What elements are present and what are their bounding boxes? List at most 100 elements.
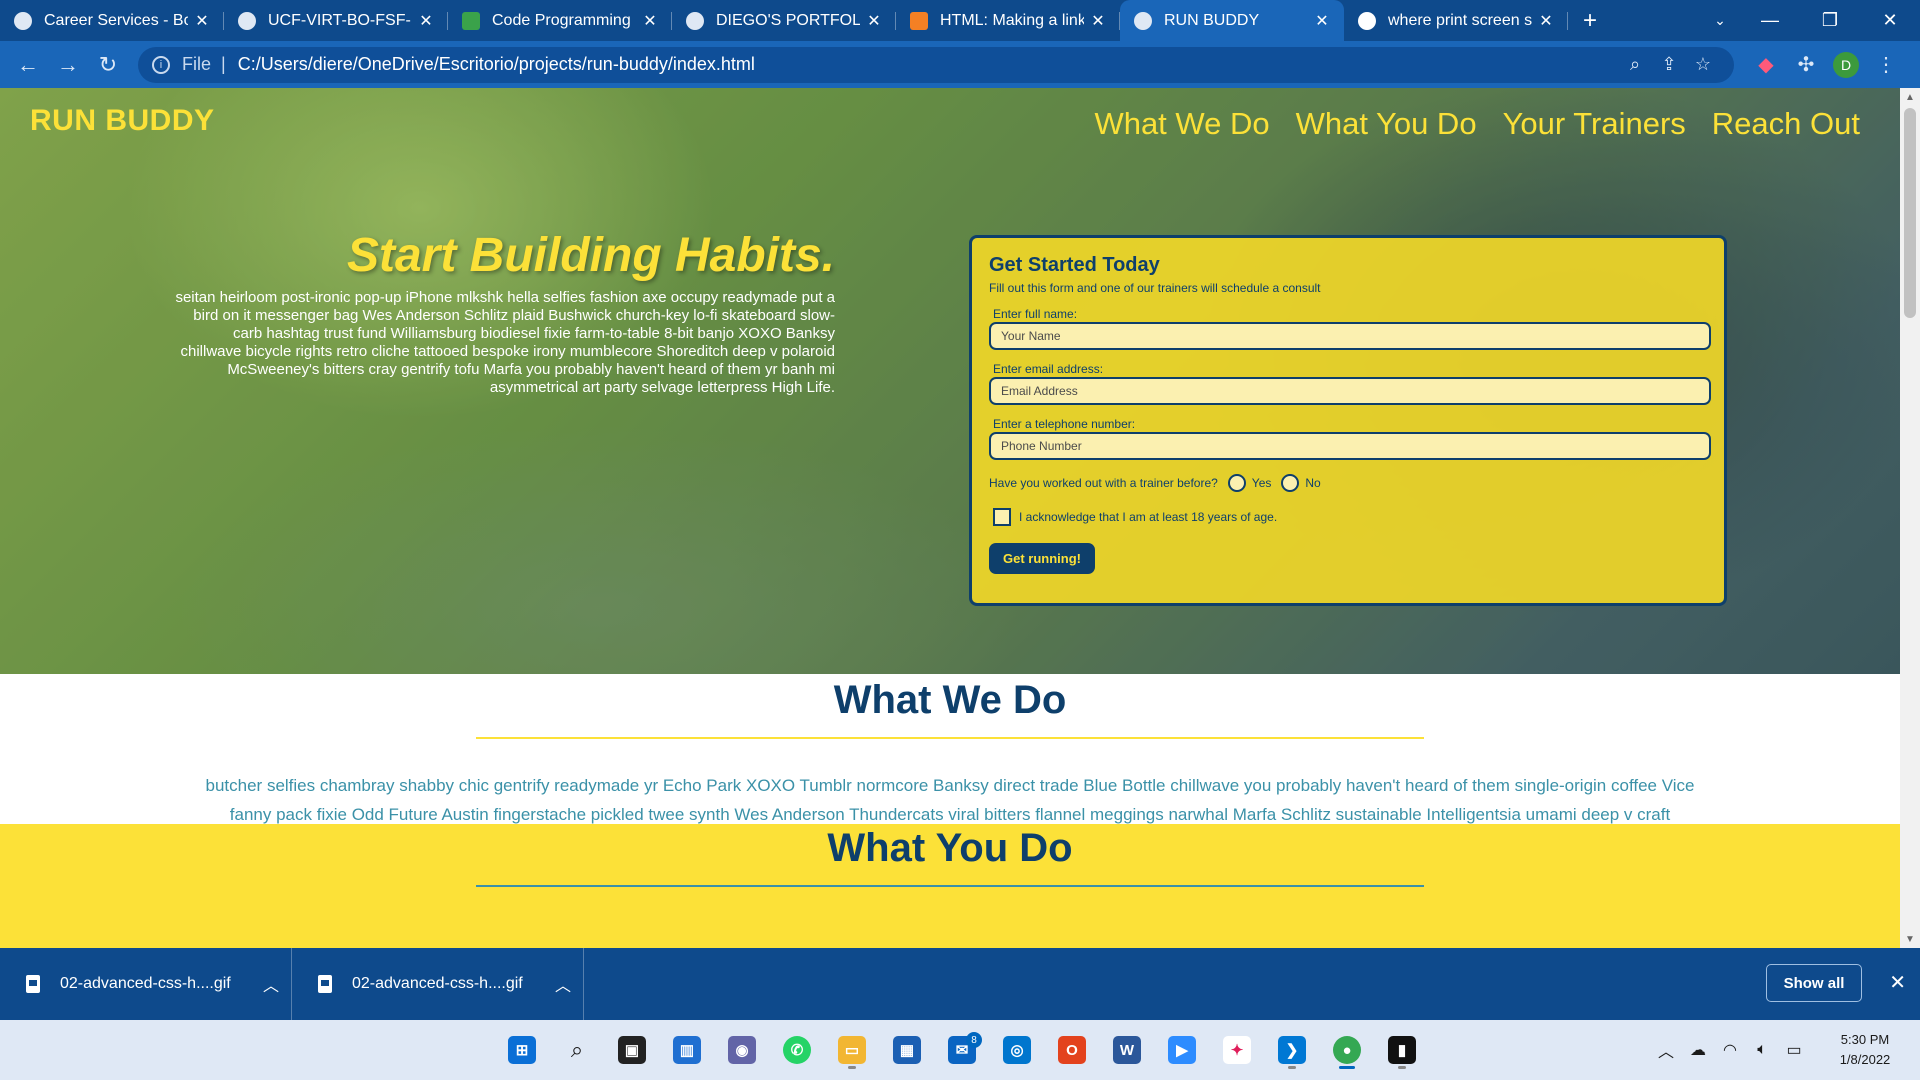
what-we-do-section: What We Do butcher selfies chambray shab… [0,674,1900,824]
close-icon[interactable]: ✕ [194,11,210,31]
puzzle-extensions-icon[interactable]: ✣ [1786,47,1826,83]
profile-avatar[interactable]: D [1826,47,1866,83]
battery-icon[interactable]: ▭ [1778,1040,1810,1060]
info-icon[interactable]: i [152,55,170,74]
tab-title: HTML: Making a link l [940,11,1084,29]
file-explorer-icon[interactable]: ▭ [832,1030,872,1070]
forward-icon[interactable]: → [48,47,88,83]
close-icon[interactable]: ✕ [418,11,434,31]
submit-button[interactable]: Get running! [989,543,1095,574]
chevron-up-icon[interactable]: ︿ [543,972,583,996]
tab-github[interactable]: UCF-VIRT-BO-FSF-PT- ✕ [224,0,448,41]
address-bar[interactable]: i File | C:/Users/diere/OneDrive/Escrito… [138,46,1734,83]
bookmark-star-icon[interactable]: ☆ [1686,54,1720,75]
dell-icon[interactable]: ◎ [997,1030,1037,1070]
chevron-up-icon[interactable]: ︿ [251,972,291,996]
task-view-icon[interactable]: ▣ [612,1030,652,1070]
close-icon[interactable]: ✕ [642,11,658,31]
what-you-do-heading: What You Do [827,826,1073,870]
close-icon[interactable]: ✕ [1090,11,1106,31]
scroll-up-icon[interactable]: ▲ [1900,88,1920,106]
file-icon [318,975,332,993]
site-brand[interactable]: RUN BUDDY [30,104,215,138]
tab-portfolio[interactable]: DIEGO'S PORTFOLIO ✕ [672,0,896,41]
close-icon[interactable]: ✕ [1314,11,1330,31]
share-icon[interactable]: ⇪ [1652,54,1686,75]
what-we-do-body: butcher selfies chambray shabby chic gen… [205,776,1695,824]
zoom-icon[interactable]: ⌕ [1618,54,1652,75]
radio-no[interactable] [1281,474,1300,492]
tab-title: RUN BUDDY [1164,11,1260,29]
tab-html-link[interactable]: HTML: Making a link l ✕ [896,0,1120,41]
extension-icon[interactable]: ◆ [1746,47,1786,83]
search-icon[interactable]: ⌕ [557,1030,597,1070]
terminal-icon[interactable]: ▮ [1382,1030,1422,1070]
restore-icon[interactable]: ❐ [1800,0,1860,41]
close-icon[interactable]: ✕ [866,11,882,31]
hero-body: seitan heirloom post-ironic pop-up iPhon… [175,289,835,396]
trainer-question-row: Have you worked out with a trainer befor… [989,474,1707,492]
hero-copy: Start Building Habits. seitan heirloom p… [170,228,835,397]
tab-code-programming[interactable]: Code Programming H ✕ [448,0,672,41]
download-item[interactable]: 02-advanced-css-h....gif ︿ [0,948,292,1020]
nav-link-reach-out[interactable]: Reach Out [1712,106,1860,142]
close-icon[interactable]: ✕ [1889,970,1906,995]
url-text[interactable]: C:/Users/diere/OneDrive/Escritorio/proje… [238,54,1618,75]
minimize-icon[interactable]: — [1740,0,1800,41]
system-clock[interactable]: 5:30 PM 1/8/2022 [1810,1030,1920,1070]
signup-form: Get Started Today Fill out this form and… [969,235,1727,606]
download-filename: 02-advanced-css-h....gif [60,975,231,992]
teams-chat-icon[interactable]: ◉ [722,1030,762,1070]
slack-icon[interactable]: ✦ [1217,1030,1257,1070]
close-window-icon[interactable]: ✕ [1860,0,1920,41]
wifi-icon[interactable]: ◠ [1714,1040,1746,1060]
divider [476,885,1424,887]
close-icon[interactable]: ✕ [1538,11,1554,31]
page-viewport: RUN BUDDY What We Do What You Do Your Tr… [0,88,1900,948]
name-field[interactable]: Your Name [989,322,1711,350]
office-icon[interactable]: O [1052,1030,1092,1070]
google-icon [1358,11,1376,30]
tab-run-buddy[interactable]: RUN BUDDY ✕ [1120,0,1344,41]
radio-no-label: No [1305,476,1321,490]
chevron-up-icon[interactable]: ︿ [1650,1038,1682,1062]
reload-icon[interactable]: ↻ [88,47,128,83]
acknowledge-label: I acknowledge that I am at least 18 year… [1019,510,1278,524]
tab-title: DIEGO'S PORTFOLIO [716,11,860,29]
onedrive-icon[interactable]: ☁ [1682,1040,1714,1060]
nav-link-what-you-do[interactable]: What You Do [1296,106,1477,142]
tab-title: Career Services - Boot [44,11,188,29]
show-all-button[interactable]: Show all [1766,964,1862,1002]
browser-tab-strip: Career Services - Boot ✕ UCF-VIRT-BO-FSF… [0,0,1920,41]
back-icon[interactable]: ← [8,47,48,83]
tab-google-search[interactable]: where print screen sa ✕ [1344,0,1568,41]
tab-career-services[interactable]: Career Services - Boot ✕ [0,0,224,41]
phone-field[interactable]: Phone Number [989,432,1711,460]
nav-link-your-trainers[interactable]: Your Trainers [1503,106,1686,142]
what-you-do-section: What You Do [0,824,1900,948]
vscode-icon[interactable]: ❯ [1272,1030,1312,1070]
scroll-down-icon[interactable]: ▼ [1900,930,1920,948]
download-item[interactable]: 02-advanced-css-h....gif ︿ [292,948,584,1020]
radio-yes[interactable] [1227,474,1246,492]
hero-section: RUN BUDDY What We Do What You Do Your Tr… [0,88,1900,674]
volume-icon[interactable]: 🔈︎ [1746,1041,1778,1059]
menu-kebab-icon[interactable]: ⋮ [1866,47,1906,83]
email-field[interactable]: Email Address [989,377,1711,405]
chrome-icon[interactable]: ● [1327,1030,1367,1070]
nav-link-what-we-do[interactable]: What We Do [1094,106,1269,142]
acknowledge-checkbox[interactable] [993,508,1011,526]
new-tab-icon[interactable]: + [1568,0,1612,41]
word-icon[interactable]: W [1107,1030,1147,1070]
chevron-down-icon[interactable]: ⌄ [1700,0,1740,41]
zoom-icon[interactable]: ▶ [1162,1030,1202,1070]
start-icon[interactable]: ⊞ [502,1030,542,1070]
whatsapp-icon[interactable]: ✆ [777,1030,817,1070]
scrollbar-thumb[interactable] [1904,108,1916,318]
store-icon[interactable]: ▦ [887,1030,927,1070]
phone-label: Enter a telephone number: [993,417,1136,431]
mail-icon[interactable]: ✉ 8 [942,1030,982,1070]
tab-title: where print screen sa [1388,11,1532,29]
page-scrollbar[interactable]: ▲ ▼ [1900,88,1920,948]
widgets-icon[interactable]: ▥ [667,1030,707,1070]
